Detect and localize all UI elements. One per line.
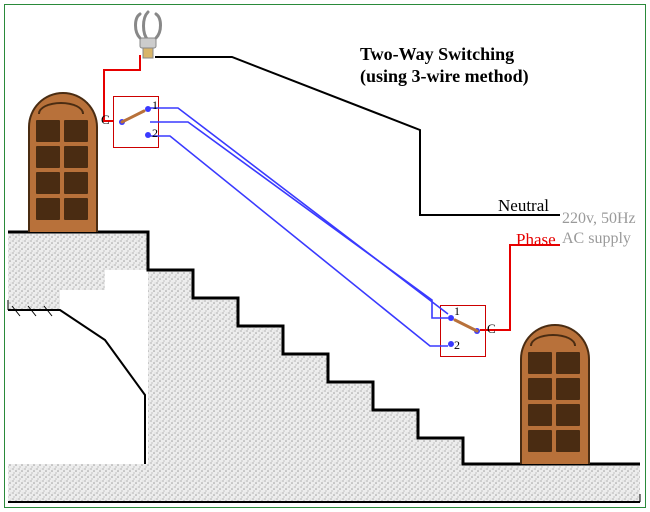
cfl-bulb-icon [128, 8, 168, 64]
switch1-label-c: C [101, 112, 110, 128]
switch2-label-c: C [487, 321, 496, 337]
switch2-label-2: 2 [454, 338, 460, 353]
supply-spec-2: AC supply [562, 230, 631, 248]
door-upper [28, 92, 98, 232]
switch-lower [440, 305, 486, 357]
switch1-label-2: 2 [152, 126, 158, 141]
diagram-stage: Two-Way Switching (using 3-wire method) … [0, 0, 650, 512]
supply-spec-1: 220v, 50Hz [562, 210, 636, 228]
neutral-label: Neutral [498, 196, 549, 216]
switch1-label-1: 1 [152, 98, 158, 113]
phase-label: Phase [516, 230, 556, 250]
switch2-label-1: 1 [454, 304, 460, 319]
title-line-1: Two-Way Switching [360, 44, 514, 65]
door-lower [520, 324, 590, 464]
title-line-2: (using 3-wire method) [360, 66, 529, 87]
